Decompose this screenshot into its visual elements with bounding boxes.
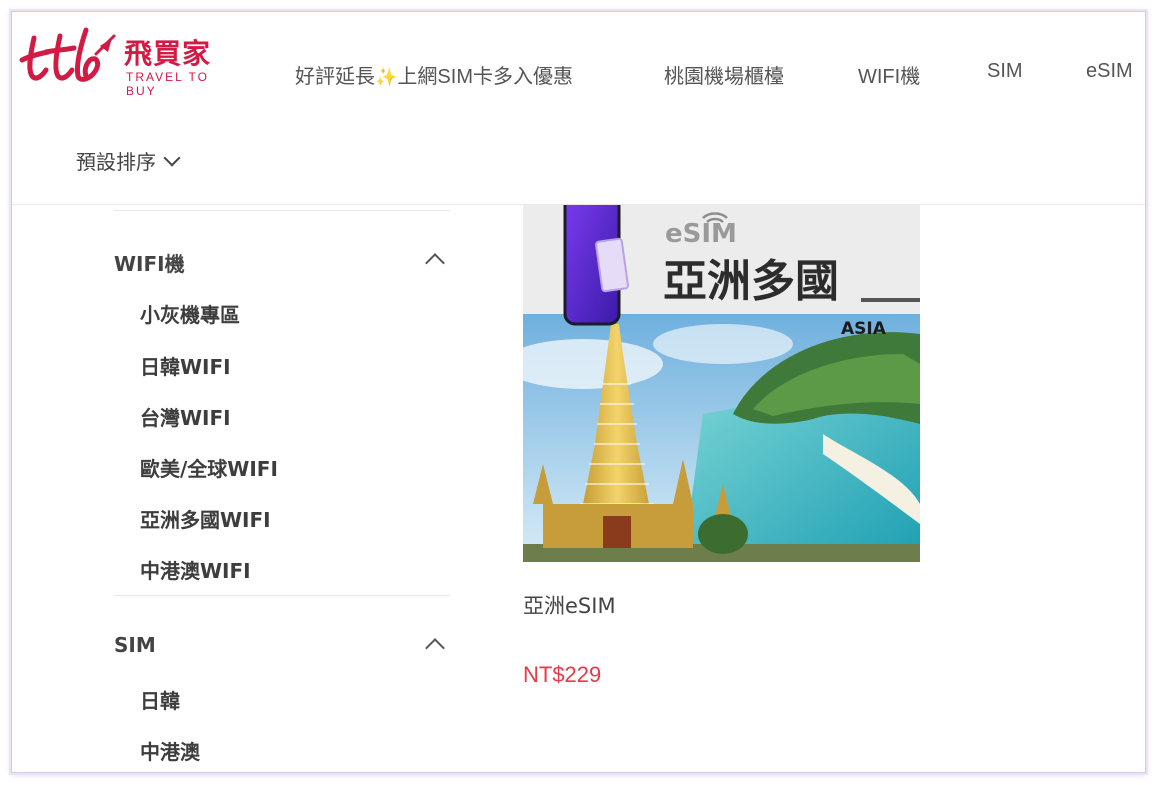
- sidebar-item[interactable]: 台灣WIFI: [140, 402, 231, 431]
- nav-item-airport-counter[interactable]: 桃園機場櫃檯: [664, 60, 784, 89]
- product-price: NT$229: [523, 662, 602, 687]
- main-nav: 好評延長✨上網SIM卡多入優惠 桃園機場櫃檯 WIFI機 SIM eSIM: [12, 60, 1145, 89]
- product-card[interactable]: eSIM 亞洲多國 ASIA 亞洲eSIM NT$229: [523, 204, 923, 724]
- category-title-wifi[interactable]: WIFI機: [114, 248, 185, 277]
- category-sidebar: WIFI機 小灰機專區 日韓WIFI 台灣WIFI 歐美/全球WIFI 亞洲多國…: [114, 204, 452, 772]
- sidebar-item[interactable]: 小灰機專區: [140, 299, 240, 328]
- category-title-sim[interactable]: SIM: [114, 633, 156, 657]
- asia-esim-banner: eSIM 亞洲多國 ASIA: [523, 204, 920, 562]
- site-header: 飛買家 TRAVEL TO BUY 好評延長✨上網SIM卡多入優惠 桃園機場櫃檯…: [12, 12, 1145, 205]
- sidebar-item[interactable]: 日韓: [140, 685, 180, 714]
- sidebar-divider: [114, 210, 450, 211]
- sidebar-item[interactable]: 歐美/全球WIFI: [140, 453, 278, 482]
- chevron-up-icon[interactable]: [425, 638, 445, 658]
- nav-item-wifi[interactable]: WIFI機: [858, 60, 920, 89]
- product-name[interactable]: 亞洲eSIM: [523, 590, 616, 620]
- sort-label: 預設排序: [76, 150, 156, 174]
- nav-item-promo-label-b: 上網SIM卡多入優惠: [397, 66, 573, 88]
- product-image[interactable]: eSIM 亞洲多國 ASIA: [523, 204, 920, 562]
- chevron-down-icon: [163, 149, 181, 166]
- banner-subtitle: ASIA: [841, 319, 887, 339]
- banner-badge: eSIM: [665, 219, 737, 249]
- sidebar-item[interactable]: 亞洲多國WIFI: [140, 504, 271, 533]
- nav-item-sim[interactable]: SIM: [987, 60, 1023, 83]
- browser-viewport: 飛買家 TRAVEL TO BUY 好評延長✨上網SIM卡多入優惠 桃園機場櫃檯…: [11, 11, 1146, 773]
- sparkles-icon: ✨: [375, 67, 398, 87]
- nav-item-esim[interactable]: eSIM: [1086, 60, 1133, 83]
- sidebar-item[interactable]: 中港澳: [140, 736, 200, 765]
- sidebar-item[interactable]: 日韓WIFI: [140, 351, 231, 380]
- nav-item-promo[interactable]: 好評延長✨上網SIM卡多入優惠: [295, 60, 573, 89]
- sidebar-item[interactable]: 中港澳WIFI: [140, 555, 251, 584]
- chevron-up-icon[interactable]: [425, 253, 445, 273]
- sort-dropdown[interactable]: 預設排序: [76, 146, 181, 175]
- banner-title: 亞洲多國: [663, 256, 839, 307]
- nav-item-promo-label-a: 好評延長: [295, 66, 375, 88]
- sidebar-divider: [114, 595, 450, 596]
